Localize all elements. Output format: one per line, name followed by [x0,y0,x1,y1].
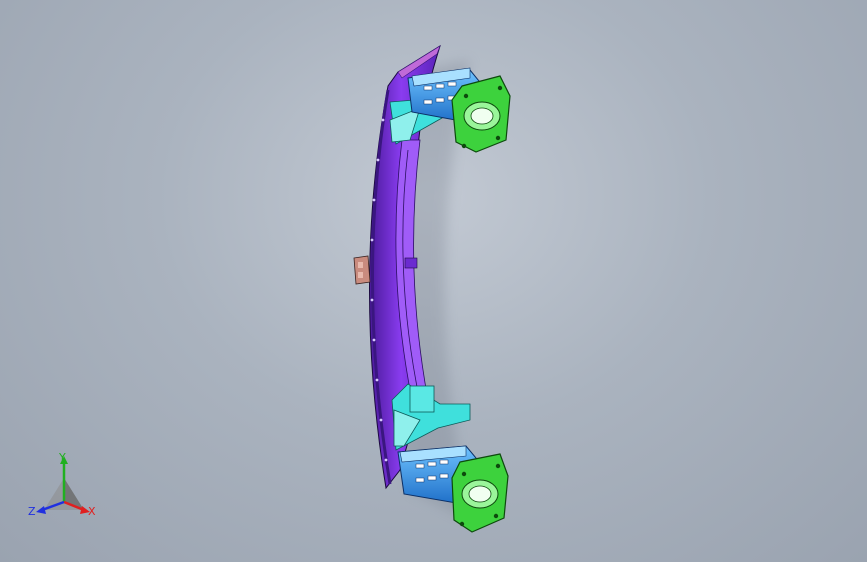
mounting-plate-upper[interactable] [451,75,511,153]
mounting-plate-lower[interactable] [451,453,509,533]
triad-y-label: Y [59,451,66,464]
cad-model-assembly[interactable] [0,0,867,562]
orientation-triad[interactable]: Y Z X [24,448,108,528]
graphics-viewport[interactable]: Y Z X [0,0,867,562]
triad-z-label: Z [28,505,36,518]
triad-x-label: X [88,505,96,518]
tow-hook-plate[interactable] [353,255,371,285]
